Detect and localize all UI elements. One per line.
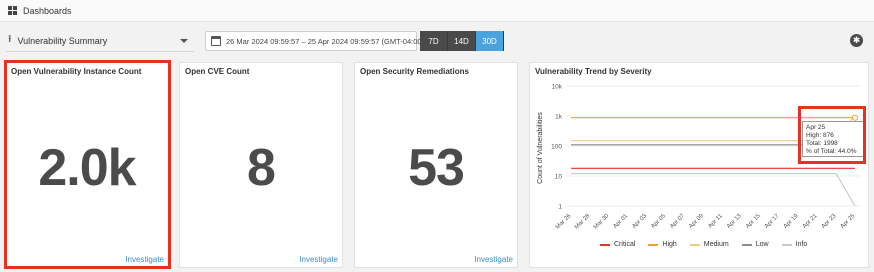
- trend-chart: 10k1k100101 Mar 26 Mar 28 Mar 30 Apr 01 Apr …: [537, 84, 860, 231]
- y-tick-label: 10: [555, 174, 563, 181]
- x-tick-label: Apr 23: [821, 213, 838, 230]
- x-tick-label: Apr 13: [726, 213, 743, 230]
- highlight-box: [798, 106, 866, 164]
- legend-item-critical[interactable]: Critical: [600, 241, 635, 248]
- x-tick-label: Apr 05: [650, 213, 667, 230]
- x-tick-label: Apr 15: [745, 213, 762, 230]
- legend-label: High: [662, 241, 677, 248]
- x-tick-label: Apr 11: [707, 213, 724, 230]
- x-tick-label: Apr 09: [688, 213, 705, 230]
- legend-item-info[interactable]: Info: [781, 241, 808, 248]
- legend-swatch: [741, 243, 752, 246]
- x-tick-label: Apr 03: [631, 213, 648, 230]
- x-tick-label: Apr 01: [612, 213, 629, 230]
- legend-label: Medium: [703, 241, 729, 248]
- x-tick-label: Apr 07: [669, 213, 686, 230]
- legend-item-high[interactable]: High: [648, 241, 677, 248]
- x-tick-label: Mar 30: [593, 213, 611, 231]
- y-tick-label: 100: [551, 144, 562, 151]
- legend-label: Critical: [614, 241, 636, 248]
- y-axis-label: Count of Vulnerabilities: [537, 112, 544, 184]
- legend-item-low[interactable]: Low: [741, 241, 769, 248]
- x-tick-label: Apr 17: [764, 213, 781, 230]
- y-tick-label: 1: [558, 204, 562, 211]
- x-tick-label: Apr 21: [802, 213, 819, 230]
- legend-label: Info: [795, 241, 808, 248]
- legend-label: Low: [755, 241, 769, 248]
- x-tick-label: Mar 28: [574, 213, 592, 231]
- y-tick-label: 1k: [555, 114, 563, 121]
- legend-item-medium[interactable]: Medium: [689, 241, 729, 248]
- y-tick-label: 10k: [552, 84, 563, 91]
- series-line-info: [571, 173, 856, 207]
- legend-swatch: [600, 243, 610, 246]
- legend-swatch: [689, 243, 700, 246]
- chart-legend: Critical High Medium Low Info: [600, 241, 820, 248]
- x-tick-label: Apr 19: [783, 213, 800, 230]
- x-tick-label: Apr 25: [840, 213, 857, 230]
- legend-swatch: [648, 243, 659, 246]
- x-tick-label: Mar 26: [555, 213, 573, 231]
- legend-swatch: [781, 243, 792, 246]
